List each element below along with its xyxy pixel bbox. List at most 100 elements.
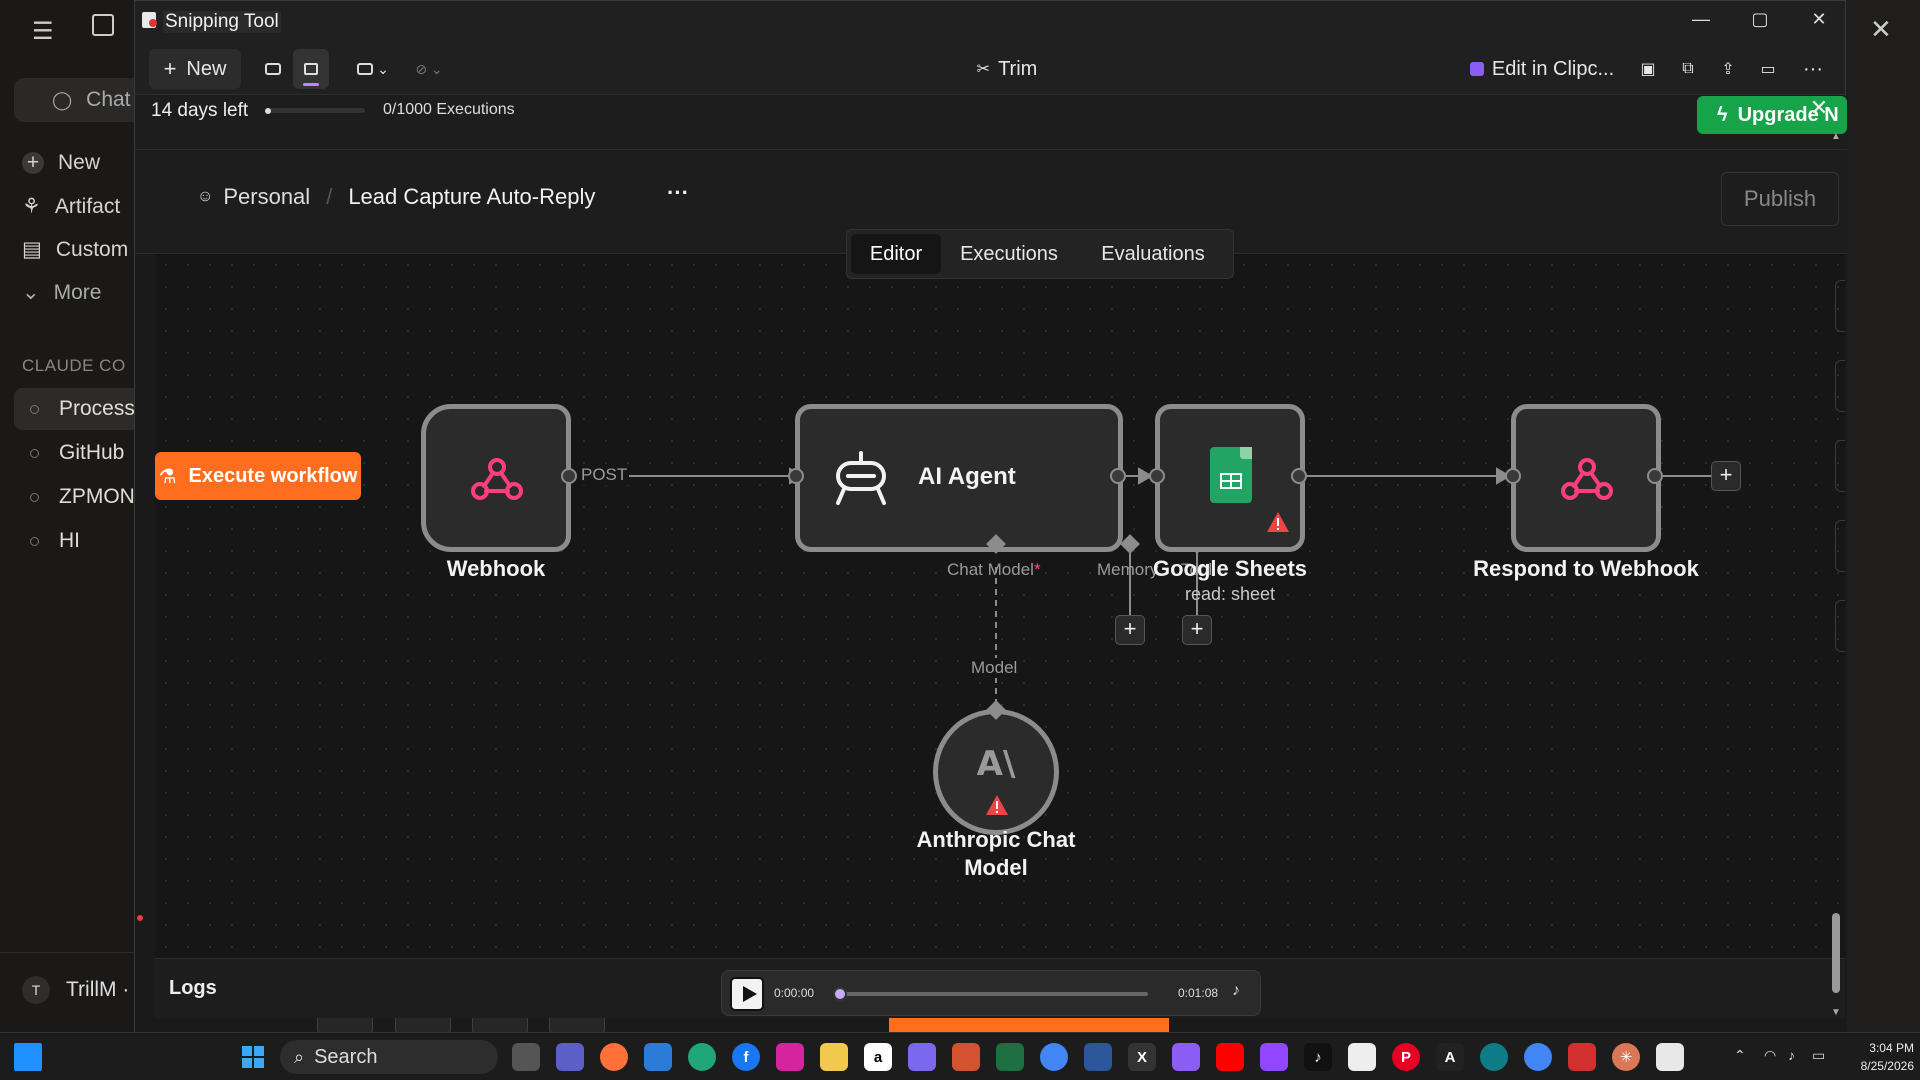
volume-icon[interactable]: ♪ xyxy=(1788,1047,1795,1063)
seek-bar[interactable] xyxy=(833,987,1148,1001)
artifact-item[interactable]: ⚘ Artifact xyxy=(22,194,120,219)
sidebar-toggle-icon[interactable] xyxy=(92,14,114,36)
battery-icon[interactable]: ▭ xyxy=(1812,1047,1825,1064)
widgets-icon[interactable] xyxy=(14,1043,42,1071)
firefox-icon[interactable] xyxy=(600,1043,628,1071)
windows-start-icon[interactable] xyxy=(240,1043,266,1071)
tiktok-icon[interactable]: ♪ xyxy=(1304,1043,1332,1071)
user-menu[interactable]: T TrillM · xyxy=(22,976,129,1004)
camera-icon[interactable] xyxy=(257,49,289,89)
tab-executions[interactable]: Executions xyxy=(947,234,1071,274)
shopping-icon[interactable] xyxy=(1348,1043,1376,1071)
new-item[interactable]: + New xyxy=(22,151,100,175)
word-icon[interactable] xyxy=(1084,1043,1112,1071)
store-icon[interactable] xyxy=(644,1043,672,1071)
maximize-icon[interactable]: ▢ xyxy=(1737,9,1783,35)
respond-to-webhook-node[interactable] xyxy=(1511,404,1661,552)
breadcrumb-project[interactable]: Personal xyxy=(223,184,310,210)
task-view-icon[interactable] xyxy=(512,1043,540,1071)
more-options-button[interactable]: ··· xyxy=(1795,49,1831,89)
menu-icon[interactable]: ☰ xyxy=(32,17,54,46)
workflow-canvas[interactable]: ⚗ Execute workflow Webhook POST AI Agent… xyxy=(155,254,1845,1037)
video-icon[interactable] xyxy=(293,49,329,89)
custom-item[interactable]: ▤ Custom xyxy=(22,237,128,262)
workflow-name[interactable]: Lead Capture Auto-Reply xyxy=(348,184,595,210)
instagram-icon[interactable] xyxy=(776,1043,804,1071)
chrome-icon[interactable] xyxy=(1524,1043,1552,1071)
twitch-icon[interactable] xyxy=(1260,1043,1288,1071)
breadcrumb[interactable]: ☺ Personal / Lead Capture Auto-Reply xyxy=(197,184,595,210)
close-icon[interactable]: ✕ xyxy=(1870,14,1892,45)
chevron-up-icon[interactable]: ⌃ xyxy=(1734,1047,1746,1064)
anthropic-chat-model-node[interactable]: A\ xyxy=(933,709,1059,835)
app-icon[interactable] xyxy=(1480,1043,1508,1071)
webhook-node[interactable] xyxy=(421,404,571,552)
edge-icon[interactable] xyxy=(688,1043,716,1071)
artifact-icon: ⚘ xyxy=(22,195,41,218)
chrome-icon[interactable] xyxy=(1040,1043,1068,1071)
clock-time[interactable]: 3:04 PM xyxy=(1840,1041,1914,1055)
output-port[interactable] xyxy=(1110,468,1126,484)
video-app-icon[interactable] xyxy=(908,1043,936,1071)
claude-icon[interactable]: ✳ xyxy=(1612,1043,1640,1071)
amazon-icon[interactable]: a xyxy=(864,1043,892,1071)
input-port[interactable] xyxy=(1505,468,1521,484)
trim-button[interactable]: ✂ Trim xyxy=(957,49,1057,89)
add-node-button[interactable]: + xyxy=(1711,461,1741,491)
share-icon[interactable]: ⇪ xyxy=(1712,49,1744,89)
trim-icon: ✂ xyxy=(976,61,991,78)
ai-agent-node[interactable]: AI Agent xyxy=(795,404,1123,552)
file-explorer-icon[interactable] xyxy=(820,1043,848,1071)
captions-icon[interactable]: ▭ xyxy=(1752,49,1784,89)
acrobat-icon[interactable] xyxy=(1568,1043,1596,1071)
project-item[interactable]: Process xyxy=(30,397,135,421)
snipping-tool-taskbar-icon[interactable] xyxy=(1656,1043,1684,1071)
more-item[interactable]: ⌄ More xyxy=(22,280,101,305)
execute-workflow-trigger-button[interactable]: ⚗ Execute workflow xyxy=(155,452,361,500)
facebook-icon[interactable]: f xyxy=(732,1043,760,1071)
youtube-icon[interactable] xyxy=(1216,1043,1244,1071)
claude-app-icon[interactable]: A xyxy=(1436,1043,1464,1071)
add-memory-button[interactable]: + xyxy=(1115,615,1145,645)
new-snip-button[interactable]: + New xyxy=(149,49,241,89)
input-port[interactable] xyxy=(1149,468,1165,484)
clock-date[interactable]: 8/25/2026 xyxy=(1840,1059,1914,1073)
volume-icon[interactable]: ♪ xyxy=(1232,982,1240,1000)
publish-button[interactable]: Publish xyxy=(1721,172,1839,226)
google-sheets-node[interactable] xyxy=(1155,404,1305,552)
copy-icon[interactable]: ⧉ xyxy=(1672,49,1704,89)
minimize-icon[interactable]: — xyxy=(1678,9,1724,35)
output-port[interactable] xyxy=(1291,468,1307,484)
wifi-icon[interactable]: ◠ xyxy=(1764,1047,1776,1064)
project-item[interactable]: HI xyxy=(30,529,80,553)
workflow-menu-button[interactable]: ··· xyxy=(667,180,689,206)
excel-icon[interactable] xyxy=(996,1043,1024,1071)
chat-item[interactable]: ◯ Chat xyxy=(52,88,131,112)
snip-mode-dropdown[interactable]: ⌄ xyxy=(353,49,393,89)
project-item[interactable]: ZPMON xyxy=(30,485,135,509)
teams-icon[interactable] xyxy=(556,1043,584,1071)
seek-thumb[interactable] xyxy=(833,987,847,1001)
scrollbar-thumb[interactable] xyxy=(1832,913,1840,993)
x-icon[interactable]: X xyxy=(1128,1043,1156,1071)
timer-dropdown[interactable]: ⊘ ⌄ xyxy=(409,49,449,89)
save-icon[interactable]: ▣ xyxy=(1632,49,1664,89)
office-icon[interactable] xyxy=(952,1043,980,1071)
output-port[interactable] xyxy=(1647,468,1663,484)
close-icon[interactable]: ✕ xyxy=(1801,95,1837,125)
tab-editor[interactable]: Editor xyxy=(851,234,941,274)
edit-in-clipchamp-button[interactable]: Edit in Clipc... xyxy=(1457,49,1627,89)
pinterest-icon[interactable]: P xyxy=(1392,1043,1420,1071)
project-item[interactable]: GitHub xyxy=(30,441,124,465)
input-port[interactable] xyxy=(788,468,804,484)
copilot-icon[interactable] xyxy=(1172,1043,1200,1071)
taskbar-search[interactable]: ⌕ Search xyxy=(280,1040,498,1074)
close-icon[interactable]: ✕ xyxy=(1796,9,1842,35)
add-tool-button[interactable]: + xyxy=(1182,615,1212,645)
video-player: 0:00:00 0:01:08 ♪ xyxy=(721,970,1261,1016)
output-port[interactable] xyxy=(561,468,577,484)
tab-evaluations[interactable]: Evaluations xyxy=(1079,234,1227,274)
plus-icon: + xyxy=(22,152,44,174)
scrollbar[interactable]: ▲ ▼ xyxy=(1829,131,1843,1021)
play-button[interactable] xyxy=(730,977,764,1011)
